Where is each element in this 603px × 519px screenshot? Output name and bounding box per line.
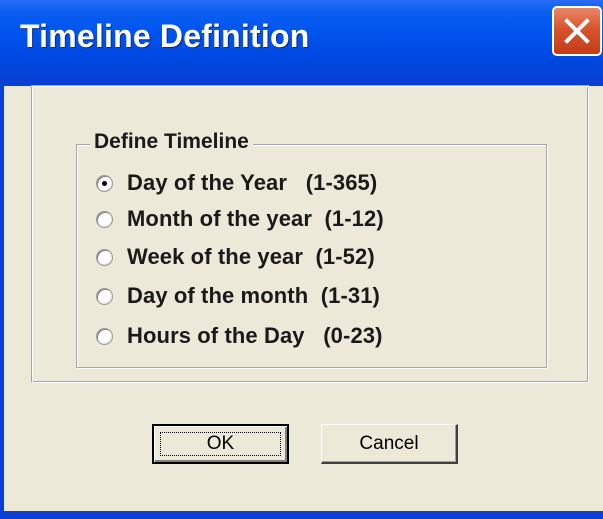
window-left-border xyxy=(0,56,4,519)
radio-button-checked[interactable] xyxy=(96,174,113,192)
window-title: Timeline Definition xyxy=(20,18,310,54)
radio-button[interactable] xyxy=(96,327,113,345)
radio-option-week-of-year[interactable]: Week of the year (1-52) xyxy=(96,242,375,272)
radio-button[interactable] xyxy=(96,248,113,266)
dialog-window: Timeline Definition Define Timeline Day … xyxy=(0,0,603,519)
ok-button-label: OK xyxy=(206,433,235,454)
radio-option-month-of-year[interactable]: Month of the year (1-12) xyxy=(96,204,384,234)
title-bar[interactable]: Timeline Definition xyxy=(0,0,603,86)
radio-button[interactable] xyxy=(96,287,113,305)
window-bottom-border xyxy=(0,511,603,519)
radio-label: Week of the year (1-52) xyxy=(127,244,375,269)
radio-label: Hours of the Day (0-23) xyxy=(127,323,383,348)
radio-label: Day of the Year (1-365) xyxy=(127,170,378,195)
radio-option-hours-of-day[interactable]: Hours of the Day (0-23) xyxy=(96,321,383,351)
radio-option-day-of-month[interactable]: Day of the month (1-31) xyxy=(96,281,380,311)
radio-button[interactable] xyxy=(96,210,113,228)
groupbox-label: Define Timeline xyxy=(90,130,253,154)
radio-label: Day of the month (1-31) xyxy=(127,283,380,308)
close-button[interactable] xyxy=(552,6,602,56)
close-icon xyxy=(564,18,590,44)
radio-option-day-of-year[interactable]: Day of the Year (1-365) xyxy=(96,168,377,198)
ok-button[interactable]: OK xyxy=(152,424,289,464)
cancel-button-label: Cancel xyxy=(359,432,419,454)
radio-label: Month of the year (1-12) xyxy=(127,206,384,231)
cancel-button[interactable]: Cancel xyxy=(321,424,458,464)
